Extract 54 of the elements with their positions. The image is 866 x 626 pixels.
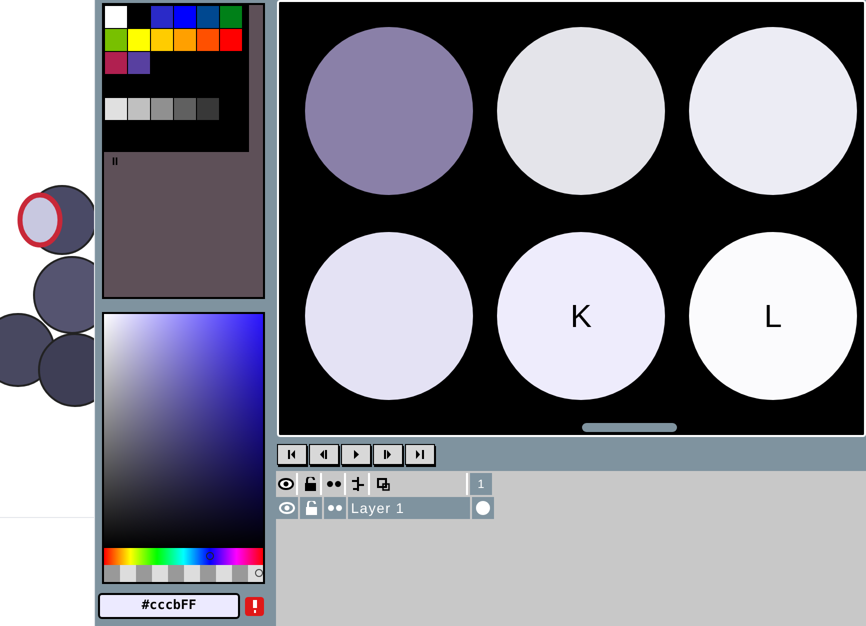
color-swatch[interactable] <box>105 29 127 51</box>
color-swatch[interactable] <box>151 29 173 51</box>
skip-back-icon <box>288 450 296 459</box>
frame-cell[interactable] <box>472 497 494 519</box>
color-swatch[interactable] <box>151 98 173 120</box>
color-swatch[interactable] <box>220 6 242 28</box>
next-frame-button[interactable] <box>373 444 403 465</box>
two-dots-icon <box>327 481 341 487</box>
step-forward-icon <box>384 450 392 459</box>
warning-button[interactable] <box>245 596 264 616</box>
lock-icon <box>304 477 316 491</box>
color-swatch[interactable] <box>105 6 127 28</box>
hex-color-field[interactable]: #cccbFF <box>98 593 240 619</box>
eye-icon <box>279 502 295 514</box>
color-swatch[interactable] <box>105 98 127 120</box>
scrollbar[interactable] <box>582 423 677 432</box>
color-gradient-picker[interactable] <box>102 312 265 584</box>
lock-icon <box>306 501 316 515</box>
color-swatch[interactable] <box>128 29 150 51</box>
color-swatch[interactable] <box>174 6 196 28</box>
play-icon <box>354 450 358 459</box>
color-swatch[interactable] <box>174 29 196 51</box>
first-frame-button[interactable] <box>277 444 307 465</box>
color-swatch[interactable] <box>197 6 219 28</box>
color-swatch[interactable] <box>174 98 196 120</box>
palette-label: II <box>112 155 118 170</box>
alpha-thumb[interactable] <box>255 569 263 577</box>
hue-slider[interactable] <box>104 548 263 565</box>
onion-skin-toggle[interactable] <box>324 497 346 519</box>
step-back-icon <box>320 450 328 459</box>
eye-icon <box>278 478 294 490</box>
color-swatch[interactable] <box>197 98 219 120</box>
color-swatch[interactable] <box>128 52 150 74</box>
sliders-icon <box>352 477 364 491</box>
last-frame-button[interactable] <box>405 444 435 465</box>
color-swatch[interactable] <box>151 6 173 28</box>
play-button[interactable] <box>341 444 371 465</box>
visibility-header[interactable] <box>276 473 298 495</box>
color-swatch[interactable] <box>105 52 127 74</box>
dot-icon <box>476 501 490 515</box>
overlapping-squares-icon <box>376 478 390 490</box>
skip-forward-icon <box>416 450 424 459</box>
visibility-toggle[interactable] <box>276 497 298 519</box>
color-swatch[interactable] <box>197 29 219 51</box>
onion-skin-header[interactable] <box>324 473 346 495</box>
hue-thumb[interactable] <box>206 552 214 560</box>
alpha-slider[interactable] <box>104 565 263 582</box>
color-swatch[interactable] <box>128 98 150 120</box>
canvas[interactable]: K L <box>277 0 866 437</box>
color-swatch[interactable] <box>220 29 242 51</box>
exclamation-icon <box>252 600 258 612</box>
previous-frame-button[interactable] <box>309 444 339 465</box>
two-dots-icon <box>328 505 342 511</box>
lock-toggle[interactable] <box>300 497 322 519</box>
